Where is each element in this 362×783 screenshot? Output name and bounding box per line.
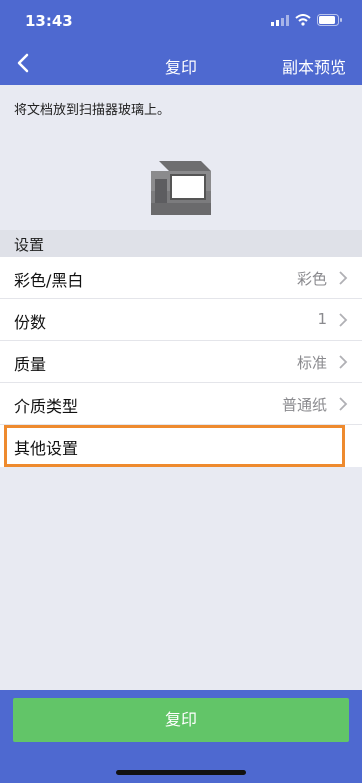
row-label: 介质类型 xyxy=(14,397,79,416)
setting-row-other-settings[interactable]: 其他设置 xyxy=(4,425,345,467)
status-bar: 13:43 xyxy=(0,0,362,44)
status-icons xyxy=(271,14,342,26)
setting-row-quality[interactable]: 质量 标准 xyxy=(0,341,362,383)
nav-bar: 复印 副本预览 xyxy=(0,44,362,85)
copy-button[interactable]: 复印 xyxy=(13,698,349,742)
row-label: 其他设置 xyxy=(14,439,79,458)
scanner-icon xyxy=(151,161,211,215)
row-value: 彩色 xyxy=(296,270,327,288)
settings-list: 彩色/黑白 彩色 份数 1 质量 标准 介质类型 普通纸 其他设置 xyxy=(0,257,362,467)
battery-icon xyxy=(317,14,342,26)
app-header: 13:43 复印 副本预览 xyxy=(0,0,362,85)
chevron-right-icon xyxy=(339,397,348,411)
status-time: 13:43 xyxy=(25,12,73,30)
row-label: 份数 xyxy=(14,313,47,332)
setting-row-media-type[interactable]: 介质类型 普通纸 xyxy=(0,383,362,425)
preview-button[interactable]: 副本预览 xyxy=(282,54,346,78)
home-indicator xyxy=(116,770,246,775)
instruction-text: 将文档放到扫描器玻璃上。 xyxy=(14,103,171,118)
row-label: 质量 xyxy=(14,355,47,374)
bottom-bar: 复印 xyxy=(0,690,362,783)
signal-icon xyxy=(271,14,289,26)
wifi-icon xyxy=(295,14,311,26)
chevron-right-icon xyxy=(339,313,348,327)
settings-section-header: 设置 xyxy=(0,230,362,257)
row-value: 普通纸 xyxy=(281,396,327,414)
chevron-right-icon xyxy=(339,355,348,369)
row-label: 彩色/黑白 xyxy=(14,271,84,290)
setting-row-color[interactable]: 彩色/黑白 彩色 xyxy=(0,257,362,299)
chevron-right-icon xyxy=(339,271,348,285)
section-title: 设置 xyxy=(14,236,45,254)
row-value: 1 xyxy=(317,310,327,328)
row-value: 标准 xyxy=(296,354,327,372)
setting-row-copies[interactable]: 份数 1 xyxy=(0,299,362,341)
